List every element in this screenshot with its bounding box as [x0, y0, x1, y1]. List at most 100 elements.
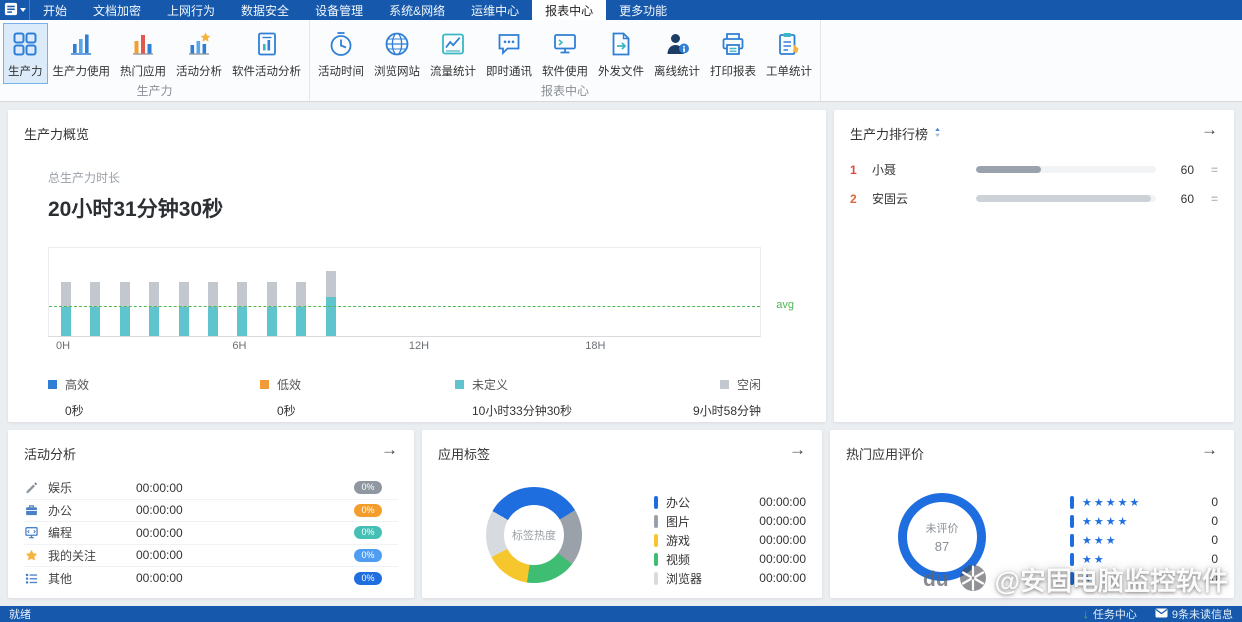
total-duration-label: 总生产力时长: [48, 169, 810, 186]
legend-color-chip: [654, 572, 658, 585]
sort-icon[interactable]: [933, 126, 942, 141]
activity-title: 活动分析: [24, 444, 76, 463]
ribbon-item-activity-analysis[interactable]: 活动分析: [171, 23, 227, 84]
legend-item-undefined: 未定义 10小时33分钟30秒: [455, 376, 693, 419]
card-activity-analysis: 活动分析 → 娱乐 00:00:00 0% 办公 00:00:00 0%: [8, 430, 414, 598]
task-center-button[interactable]: ↓ 任务中心: [1083, 606, 1137, 622]
ribbon-item-activity-time[interactable]: 活动时间: [313, 23, 369, 84]
tags-donut-center-label: 标签热度: [504, 505, 564, 565]
activity-label: 娱乐: [48, 479, 136, 496]
ribbon-item-label: 生产力使用: [53, 63, 111, 79]
avg-line: avg: [49, 306, 760, 307]
statusbar: 就绪 ↓ 任务中心 9条未读信息: [0, 606, 1242, 622]
rating-row-4-stars: ★★★★ 0: [1070, 514, 1218, 528]
arrow-right-icon[interactable]: →: [381, 441, 398, 458]
window-menu-button[interactable]: [0, 0, 30, 20]
menu-item-ops-center[interactable]: 运维中心: [458, 0, 532, 20]
ratings-center-value: 87: [935, 539, 949, 554]
ribbon-group-productivity: 生产力 生产力使用 热门应用: [0, 20, 310, 101]
activity-row-entertainment[interactable]: 娱乐 00:00:00 0%: [24, 477, 398, 500]
x-axis-tick: 0H: [56, 340, 70, 352]
ribbon-item-label: 外发文件: [598, 63, 644, 79]
tags-title: 应用标签: [438, 444, 490, 463]
activity-row-other[interactable]: 其他 00:00:00 0%: [24, 567, 398, 590]
ribbon-item-traffic-stats[interactable]: 流量统计: [425, 23, 481, 84]
menu-item-system-network[interactable]: 系统&网络: [376, 0, 458, 20]
ribbon-item-productivity-usage[interactable]: 生产力使用: [48, 23, 116, 84]
outgoing-file-icon: [607, 30, 635, 58]
ranking-list: 1 小聂 60 = 2 安固云 60 =: [850, 155, 1218, 213]
menu-item-web-behavior[interactable]: 上网行为: [154, 0, 228, 20]
productivity-grid-icon: [11, 30, 39, 58]
traffic-stats-icon: [439, 30, 467, 58]
chart-bar: [237, 282, 247, 336]
ribbon-item-print-report[interactable]: 打印报表: [705, 23, 761, 84]
menu-item-more[interactable]: 更多功能: [606, 0, 680, 20]
monitor-icon: [551, 30, 579, 58]
arrow-right-icon[interactable]: →: [1201, 441, 1218, 458]
chart-bar: [179, 282, 189, 336]
ribbon-item-browse-sites[interactable]: 浏览网站: [369, 23, 425, 84]
activity-percent-badge: 0%: [354, 572, 382, 585]
chart-bar: [267, 282, 277, 336]
legend-color-swatch: [455, 380, 464, 389]
ribbon-item-instant-messaging[interactable]: 即时通讯: [481, 23, 537, 84]
unread-messages-button[interactable]: 9条未读信息: [1155, 606, 1233, 622]
activity-row-my-focus[interactable]: 我的关注 00:00:00 0%: [24, 545, 398, 568]
ranking-row[interactable]: 1 小聂 60 =: [850, 155, 1218, 184]
tag-legend-row: 办公 00:00:00: [654, 495, 806, 509]
ribbon-item-software-use[interactable]: 软件使用: [537, 23, 593, 84]
download-arrow-icon: ↓: [1083, 607, 1089, 621]
ribbon-item-productivity[interactable]: 生产力: [3, 23, 48, 84]
legend-item-idle: 空闲 9小时58分钟: [693, 376, 761, 419]
ribbon-item-software-activity[interactable]: 软件活动分析: [227, 23, 306, 84]
ribbon-item-label: 流量统计: [430, 63, 476, 79]
rank-number: 1: [850, 163, 872, 177]
rank-number: 2: [850, 192, 872, 206]
overview-legend: 高效 0秒 低效 0秒 未定义 10小时33分钟30秒 空闲 9小时58分钟: [48, 376, 761, 419]
arrow-right-icon[interactable]: →: [1201, 121, 1218, 138]
chevron-down-icon: [20, 8, 26, 12]
ratings-center-label: 未评价: [926, 520, 959, 536]
activity-row-office[interactable]: 办公 00:00:00 0%: [24, 500, 398, 523]
menu-item-device-mgmt[interactable]: 设备管理: [302, 0, 376, 20]
legend-color-swatch: [720, 380, 729, 389]
ribbon-item-label: 软件使用: [542, 63, 588, 79]
rank-progress-fill: [976, 195, 1151, 202]
star-icons: ★★: [1082, 553, 1106, 566]
chart-bar: [120, 282, 130, 336]
ribbon-item-ticket-stats[interactable]: 工单统计: [761, 23, 817, 84]
main-content: 生产力概览 总生产力时长 20小时31分钟30秒 avg 0H6H12H18H …: [0, 102, 1242, 606]
ribbon-group-report-center: 活动时间 浏览网站 流量统计: [310, 20, 821, 101]
chat-icon: [495, 30, 523, 58]
rating-row-3-stars: ★★★ 0: [1070, 533, 1218, 547]
ribbon-item-outgoing-files[interactable]: 外发文件: [593, 23, 649, 84]
rank-score: 60: [1168, 163, 1194, 177]
menu-item-start[interactable]: 开始: [30, 0, 80, 20]
star-icons: ★★★★: [1082, 515, 1129, 528]
rank-progress-bar: [976, 166, 1156, 173]
ratings-title: 热门应用评价: [846, 444, 924, 463]
app-logo-icon: [4, 2, 18, 19]
activity-time: 00:00:00: [136, 526, 183, 540]
pencil-icon: [24, 480, 39, 495]
tag-legend-row: 视频 00:00:00: [654, 552, 806, 566]
legend-color-chip: [1070, 572, 1074, 585]
activity-row-coding[interactable]: 编程 00:00:00 0%: [24, 522, 398, 545]
star-icons: ★★★: [1082, 534, 1118, 547]
ribbon-item-offline-stats[interactable]: 离线统计: [649, 23, 705, 84]
ribbon-item-label: 活动时间: [318, 63, 364, 79]
arrow-right-icon[interactable]: →: [789, 441, 806, 458]
menu-item-doc-encrypt[interactable]: 文档加密: [80, 0, 154, 20]
legend-item-inefficient: 低效 0秒: [260, 376, 455, 419]
briefcase-icon: [24, 503, 39, 518]
card-productivity-overview: 生产力概览 总生产力时长 20小时31分钟30秒 avg 0H6H12H18H …: [8, 110, 826, 422]
menu-item-report-center[interactable]: 报表中心: [532, 0, 606, 20]
rank-user-name: 安固云: [872, 190, 976, 207]
menu-item-data-security[interactable]: 数据安全: [228, 0, 302, 20]
ranking-row[interactable]: 2 安固云 60 =: [850, 184, 1218, 213]
ribbon-item-hot-apps[interactable]: 热门应用: [115, 23, 171, 84]
chart-bar: [90, 282, 100, 336]
ratings-ring: 未评价 87: [898, 493, 986, 581]
ribbon-item-label: 工单统计: [766, 63, 812, 79]
